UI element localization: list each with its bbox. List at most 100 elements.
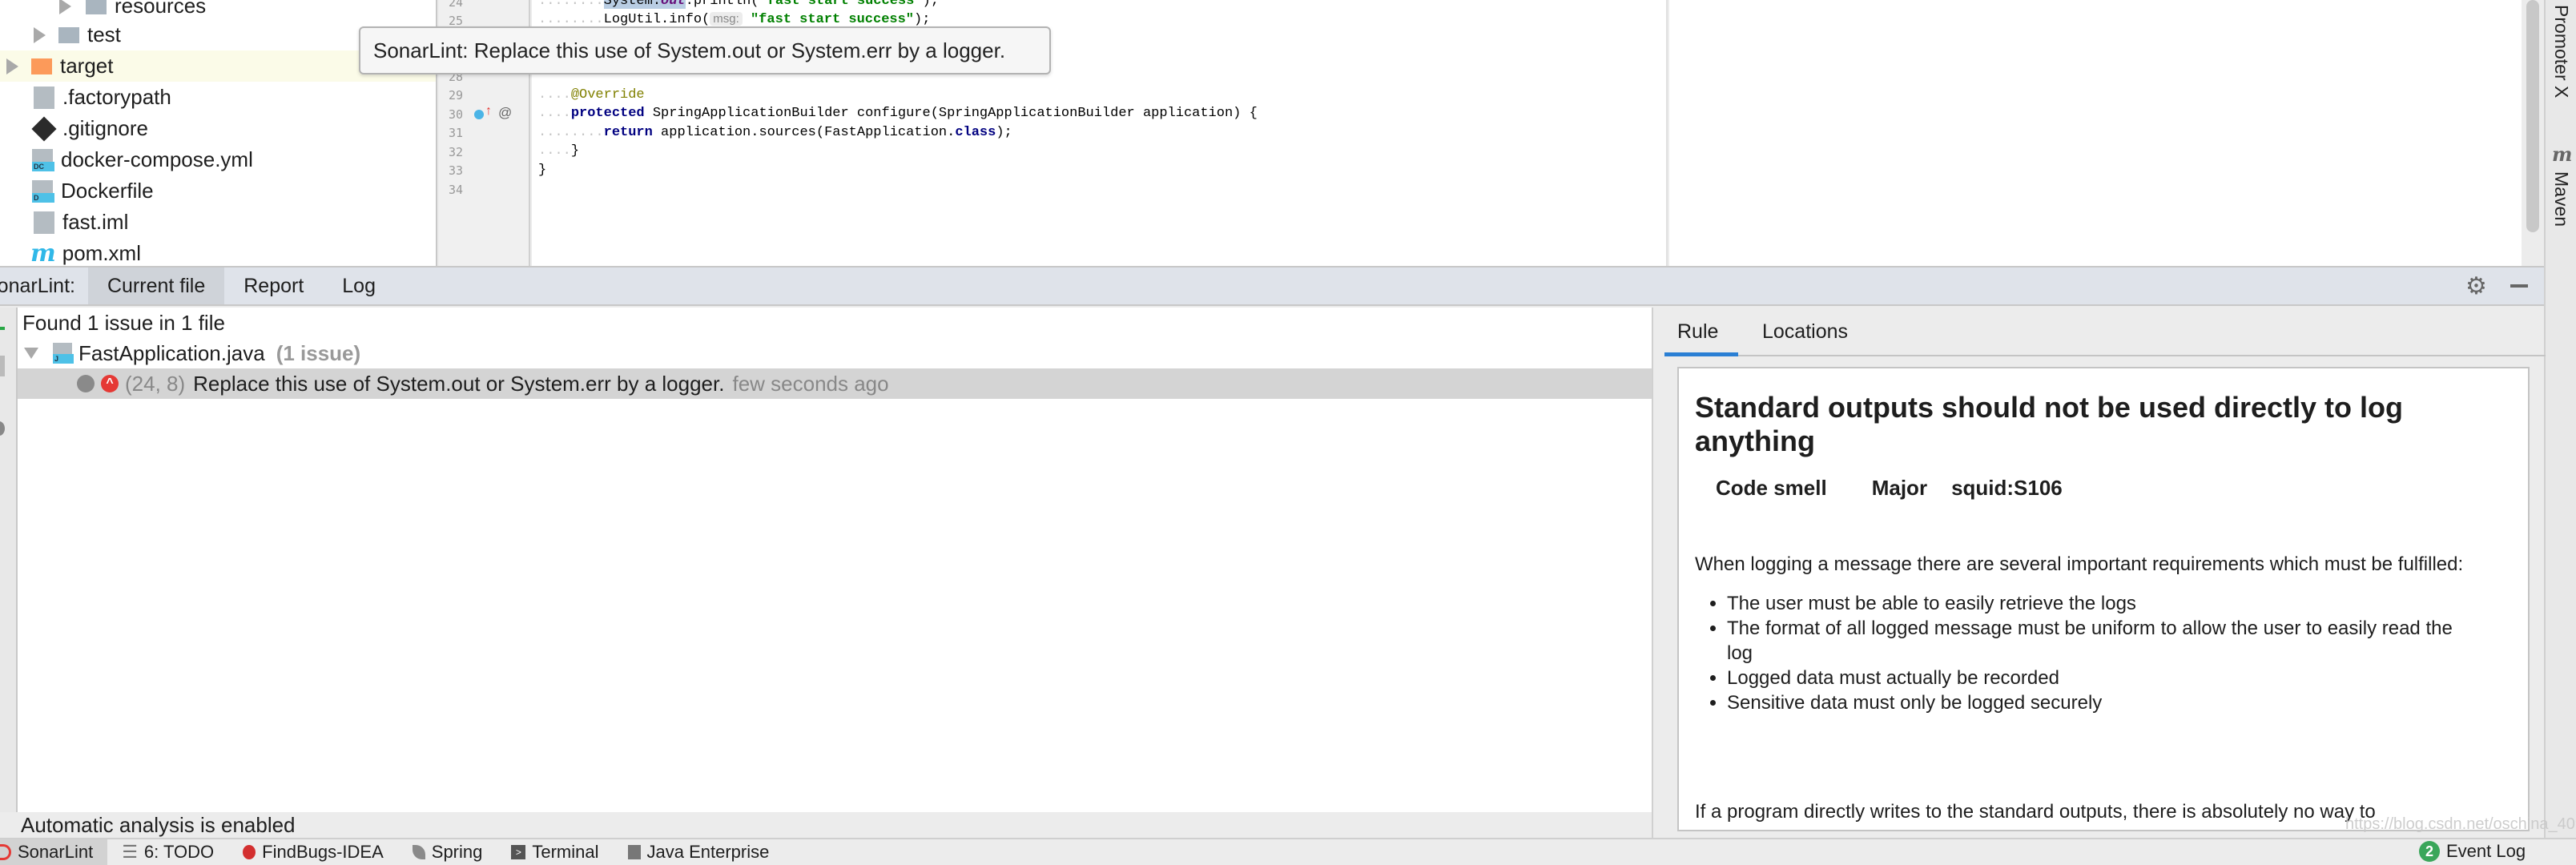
rule-requirements: The user must be able to easily retrieve… bbox=[1695, 591, 2464, 715]
rule-tail-text: If a program directly writes to the stan… bbox=[1695, 801, 2376, 823]
toolwindow-todo[interactable]: ☰ 6: TODO bbox=[107, 839, 228, 865]
active-tab-indicator bbox=[1664, 352, 1738, 356]
toolwindow-label: 6: TODO bbox=[143, 842, 215, 862]
code-line-24: ........System.out.println("fast start s… bbox=[538, 0, 939, 9]
docker-compose-file-icon: DC bbox=[32, 148, 54, 171]
expand-arrow-icon[interactable] bbox=[59, 0, 71, 14]
tree-item-label: resources bbox=[115, 0, 207, 18]
line-number: 34 bbox=[449, 183, 464, 197]
resources-folder-icon bbox=[86, 0, 107, 14]
tab-locations[interactable]: Locations bbox=[1762, 308, 1848, 356]
tab-current-file[interactable]: Current file bbox=[87, 268, 225, 304]
expand-arrow-icon[interactable] bbox=[34, 26, 46, 43]
issue-row[interactable]: ^ (24, 8) Replace this use of System.out… bbox=[18, 368, 1652, 399]
line-number: 24 bbox=[449, 0, 464, 10]
key-promoter-tab[interactable]: Key Promoter X bbox=[2550, 0, 2572, 98]
clear-icon[interactable] bbox=[0, 421, 5, 436]
line-number: 32 bbox=[449, 145, 464, 159]
toolwindow-spring[interactable]: Spring bbox=[398, 839, 497, 865]
tree-item-dockerfile[interactable]: D Dockerfile bbox=[0, 175, 436, 207]
tree-item-pom[interactable]: m pom.xml bbox=[0, 238, 436, 266]
tree-item-label: target bbox=[60, 54, 114, 78]
tab-divider bbox=[1664, 355, 2546, 356]
tab-report[interactable]: Report bbox=[224, 268, 323, 304]
tree-item-docker-compose[interactable]: DC docker-compose.yml bbox=[0, 144, 436, 175]
tooltip-text: SonarLint: Replace this use of System.ou… bbox=[373, 38, 1006, 62]
tree-item-factorypath[interactable]: .factorypath bbox=[0, 82, 436, 113]
toolwindow-label: Java Enterprise bbox=[646, 842, 770, 862]
gear-icon[interactable]: ⚙ bbox=[2465, 272, 2487, 300]
collapse-arrow-icon[interactable] bbox=[24, 348, 38, 359]
editor-right-area bbox=[1669, 0, 2522, 266]
tab-label: Log bbox=[342, 274, 376, 297]
requirement-item: Logged data must actually be recorded bbox=[1727, 666, 2464, 690]
toolwindow-java-enterprise[interactable]: Java Enterprise bbox=[614, 839, 784, 865]
tab-label: Current file bbox=[107, 274, 206, 297]
event-log-button[interactable]: 2 Event Log bbox=[2419, 838, 2526, 865]
tree-item-fast-iml[interactable]: fast.iml bbox=[0, 207, 436, 238]
toolwindow-terminal[interactable]: > Terminal bbox=[497, 839, 613, 865]
maven-tab[interactable]: Maven bbox=[2550, 171, 2572, 227]
sonarlint-icon bbox=[0, 844, 11, 860]
java-enterprise-icon bbox=[627, 845, 641, 859]
tab-label: Locations bbox=[1762, 320, 1849, 343]
issues-summary: Found 1 issue in 1 file bbox=[18, 308, 1652, 338]
code-line-29: ....@Override bbox=[538, 87, 645, 103]
tab-log[interactable]: Log bbox=[323, 268, 395, 304]
sonarlint-tooltip: SonarLint: Replace this use of System.ou… bbox=[359, 26, 1051, 74]
tree-item-label: pom.xml bbox=[62, 241, 141, 265]
maven-icon: m bbox=[30, 239, 56, 266]
rule-key: squid:S106 bbox=[1951, 476, 2063, 500]
excluded-folder-icon bbox=[31, 58, 52, 74]
java-file-icon: J bbox=[53, 343, 74, 364]
toolwindow-findbugs[interactable]: FindBugs-IDEA bbox=[228, 839, 398, 865]
file-name: FastApplication.java bbox=[78, 340, 265, 365]
sonarlint-header: SonarLint: Current file Report Log bbox=[0, 266, 2544, 306]
sonarlint-title: SonarLint: bbox=[0, 274, 75, 297]
text-file-icon bbox=[34, 86, 54, 109]
line-number: 29 bbox=[449, 88, 464, 103]
toolwindow-label: FindBugs-IDEA bbox=[262, 842, 384, 862]
tree-item-gitignore[interactable]: .gitignore bbox=[0, 113, 436, 144]
toolwindow-label: Spring bbox=[431, 842, 483, 862]
editor-scrollbar[interactable] bbox=[2526, 0, 2539, 232]
event-log-label: Event Log bbox=[2446, 841, 2526, 861]
line-number: 31 bbox=[449, 126, 464, 140]
toolwindow-label: SonarLint bbox=[18, 842, 94, 862]
toolwindow-sonarlint[interactable]: SonarLint bbox=[0, 839, 108, 865]
event-count-badge: 2 bbox=[2419, 841, 2440, 862]
override-icon[interactable] bbox=[474, 110, 484, 119]
rule-description: Standard outputs should not be used dire… bbox=[1677, 367, 2530, 831]
tree-item-label: Dockerfile bbox=[61, 179, 154, 203]
tree-item-label: .factorypath bbox=[62, 85, 171, 109]
file-node[interactable]: J FastApplication.java (1 issue) bbox=[18, 338, 1652, 368]
up-arrow-icon: ↑ bbox=[485, 104, 492, 118]
tree-item-label: test bbox=[87, 22, 121, 46]
requirement-item: The user must be able to easily retrieve… bbox=[1727, 591, 2464, 616]
minimize-icon[interactable] bbox=[2510, 284, 2528, 288]
expand-arrow-icon[interactable] bbox=[6, 58, 18, 74]
tree-item-resources[interactable]: resources bbox=[0, 0, 436, 22]
annotation-icon[interactable]: @ bbox=[498, 105, 512, 121]
rule-panel: Rule Locations Standard outputs should n… bbox=[1652, 308, 2546, 838]
major-severity-icon: ^ bbox=[101, 375, 119, 392]
findbugs-icon bbox=[243, 845, 256, 859]
run-icon[interactable] bbox=[0, 327, 5, 330]
tools-icon[interactable] bbox=[0, 396, 5, 410]
tree-item-label: docker-compose.yml bbox=[61, 147, 253, 171]
stop-icon[interactable] bbox=[0, 356, 5, 376]
code-line-25: ........LogUtil.info(msg: "fast start su… bbox=[538, 12, 931, 27]
maven-icon: m bbox=[2552, 143, 2573, 166]
issues-panel: Found 1 issue in 1 file J FastApplicatio… bbox=[18, 308, 1652, 812]
tab-label: Rule bbox=[1677, 320, 1719, 343]
issue-time: few seconds ago bbox=[732, 371, 889, 396]
requirement-item: The format of all logged message must be… bbox=[1727, 616, 2464, 666]
rule-meta: Code smell Major squid:S106 bbox=[1695, 476, 2512, 501]
tree-item-label: .gitignore bbox=[62, 116, 148, 140]
watermark: https://blog.csdn.net/oschina_40914891 bbox=[2345, 815, 2576, 833]
terminal-icon: > bbox=[511, 845, 526, 859]
code-line-32: ....} bbox=[538, 143, 580, 159]
rule-type: Code smell bbox=[1716, 476, 1827, 500]
tab-rule[interactable]: Rule bbox=[1677, 308, 1718, 356]
code-line-30: ....protected SpringApplicationBuilder c… bbox=[538, 106, 1258, 121]
